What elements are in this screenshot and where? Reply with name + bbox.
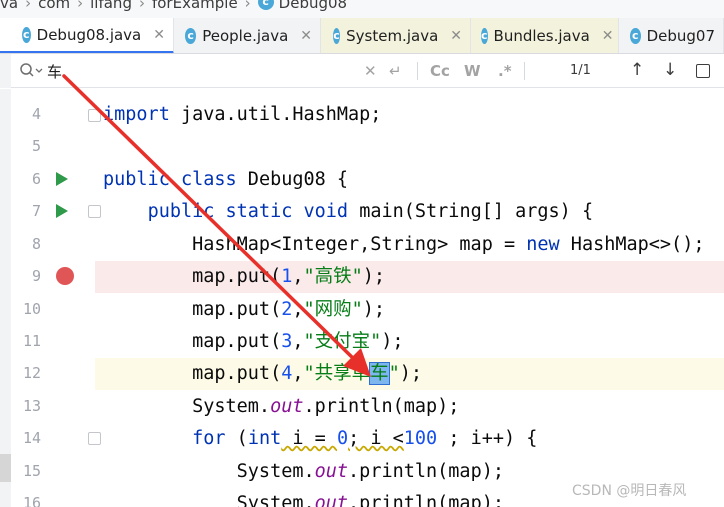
close-icon[interactable]: ✕	[300, 28, 312, 44]
tab-bundles[interactable]: c Bundles.java ✕	[471, 18, 619, 53]
breadcrumb-item[interactable]: forExample	[152, 0, 238, 11]
chevron-right-icon: ›	[244, 0, 251, 12]
code-text: public static void main(String[] args) {	[147, 201, 594, 222]
code-text: HashMap<Integer,String> map = new HashMa…	[103, 234, 705, 255]
code-text: import java.util.HashMap;	[103, 104, 382, 125]
left-panel-edge	[0, 54, 11, 88]
fold-icon[interactable]	[88, 205, 101, 218]
code-line[interactable]: 4 import java.util.HashMap;	[11, 99, 724, 131]
match-case-icon[interactable]: Cc	[430, 62, 450, 80]
code-text: map.put(4,"共享单车");	[103, 362, 423, 385]
scroll-marker	[0, 454, 11, 482]
new-line-icon[interactable]: ↵	[389, 62, 402, 80]
code-editor[interactable]: 4 import java.util.HashMap; 5 6 public c…	[0, 89, 724, 507]
code-line[interactable]: 5	[11, 131, 724, 163]
line-number: 12	[22, 364, 41, 382]
line-number: 14	[22, 429, 41, 447]
search-input[interactable]	[47, 60, 347, 82]
line-number: 7	[31, 202, 41, 220]
code-line[interactable]: 7 public static void main(String[] args)…	[11, 196, 724, 228]
close-icon[interactable]: ✕	[153, 27, 165, 43]
divider	[417, 62, 418, 80]
line-number: 8	[31, 235, 41, 253]
clear-icon[interactable]: ✕	[364, 62, 377, 80]
class-icon: c	[481, 28, 488, 44]
tab-label: System.java	[346, 27, 439, 45]
line-number: 9	[31, 267, 41, 285]
code-text: public class Debug08 {	[103, 169, 349, 190]
breadcrumb-item[interactable]: com	[38, 0, 70, 11]
chevron-right-icon: ›	[138, 0, 145, 12]
tab-system[interactable]: c System.java ✕	[321, 18, 471, 53]
code-line[interactable]: 14 for (int i = 0; i <100 ; i++) {	[11, 423, 724, 455]
breadcrumb-class[interactable]: c Debug08	[257, 0, 348, 12]
search-icon[interactable]	[19, 62, 45, 80]
fold-icon[interactable]	[88, 109, 101, 122]
arrow-down-icon[interactable]: ↓	[663, 61, 677, 79]
close-icon[interactable]: ✕	[602, 28, 614, 44]
code-text: map.put(1,"高铁");	[103, 266, 386, 287]
line-number: 16	[22, 494, 41, 507]
breadcrumb-item[interactable]: lifang	[90, 0, 132, 11]
run-icon[interactable]	[56, 172, 68, 186]
line-number: 11	[22, 332, 41, 350]
regex-icon[interactable]: .*	[498, 62, 512, 80]
code-text: System.out.println(map);	[103, 461, 504, 482]
code-line[interactable]: 11 map.put(3,"支付宝");	[11, 326, 724, 358]
find-bar: ✕ ↵ Cc W .* 1/1 ↑ ↓	[0, 54, 724, 88]
class-icon: c	[333, 28, 341, 44]
left-panel-edge	[0, 89, 11, 507]
line-number: 4	[31, 105, 41, 123]
search-match-highlight: 车	[369, 362, 390, 385]
code-line[interactable]: 12 map.put(4,"共享单车");	[11, 358, 724, 390]
tab-people[interactable]: c People.java ✕	[174, 18, 321, 53]
code-text: System.out.println(map);	[103, 493, 504, 507]
divider	[524, 62, 525, 80]
code-line[interactable]: 9 map.put(1,"高铁");	[11, 261, 724, 293]
tab-debug08[interactable]: c Debug08.java ✕	[0, 18, 174, 53]
class-icon: c	[22, 26, 31, 43]
code-text: map.put(2,"网购");	[103, 299, 386, 320]
run-icon[interactable]	[56, 204, 68, 218]
class-icon: c	[630, 28, 641, 44]
open-in-window-icon[interactable]	[696, 64, 710, 78]
fold-icon[interactable]	[88, 432, 101, 445]
tab-debug07[interactable]: c Debug07	[619, 18, 724, 53]
line-number: 5	[31, 137, 41, 155]
line-number: 13	[22, 397, 41, 415]
chevron-right-icon: ›	[77, 0, 84, 12]
code-text: map.put(3,"支付宝");	[103, 331, 404, 352]
breadcrumb-class-label: Debug08	[278, 0, 348, 12]
code-line[interactable]: 8 HashMap<Integer,String> map = new Hash…	[11, 229, 724, 261]
code-line[interactable]: 6 public class Debug08 {	[11, 164, 724, 196]
tab-label: Bundles.java	[493, 27, 590, 45]
match-count: 1/1	[570, 63, 591, 78]
watermark: CSDN @明日春风	[572, 483, 687, 499]
code-text: for (int i = 0; i <100 ; i++) {	[192, 428, 538, 449]
chevron-right-icon: ›	[25, 0, 32, 12]
code-line[interactable]: 10 map.put(2,"网购");	[11, 294, 724, 326]
close-icon[interactable]: ✕	[450, 28, 462, 44]
breadcrumb: va › com › lifang › forExample › c Debug…	[0, 0, 724, 18]
code-line[interactable]: 13 System.out.println(map);	[11, 391, 724, 423]
line-number: 10	[22, 300, 41, 318]
breadcrumb-item[interactable]: va	[0, 0, 18, 11]
arrow-up-icon[interactable]: ↑	[630, 61, 644, 79]
line-number: 6	[31, 170, 41, 188]
editor-tabs: c Debug08.java ✕ c People.java ✕ c Syste…	[0, 18, 724, 54]
tab-label: Debug08.java	[36, 25, 142, 44]
code-text: System.out.println(map);	[103, 396, 460, 417]
tab-label: Debug07	[646, 27, 715, 45]
class-icon: c	[257, 0, 274, 10]
breakpoint-icon[interactable]	[56, 267, 74, 285]
whole-words-icon[interactable]: W	[464, 62, 481, 80]
line-number: 15	[22, 462, 41, 480]
tab-label: People.java	[202, 27, 289, 45]
class-icon: c	[185, 28, 197, 44]
